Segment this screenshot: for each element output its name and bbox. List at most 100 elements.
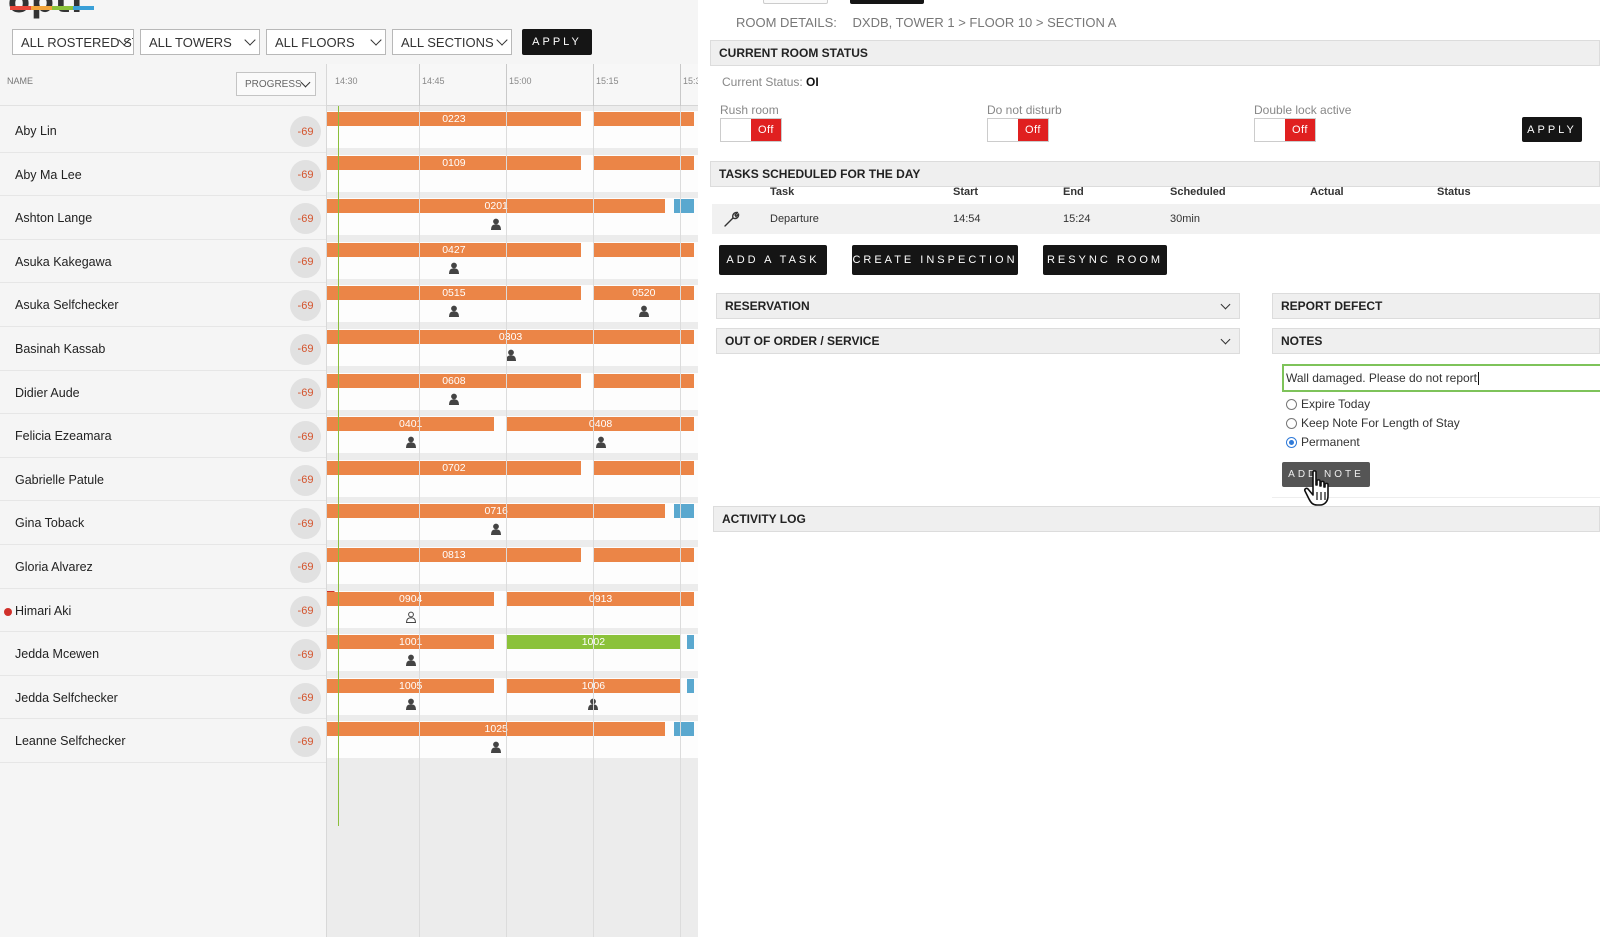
room-task-block[interactable]: 0913 xyxy=(507,591,695,606)
room-task-block[interactable] xyxy=(687,635,695,650)
timeline-row: 0427 xyxy=(327,240,698,284)
progress-badge: -69 xyxy=(290,726,321,758)
column-header-actual: Actual xyxy=(1310,186,1344,198)
time-tick-label: 15:15 xyxy=(596,76,619,86)
create-inspection-button[interactable]: CREATE INSPECTION xyxy=(852,245,1018,275)
double-lock-toggle[interactable]: Off xyxy=(1254,118,1316,142)
logo-bar-segment xyxy=(10,6,31,10)
room-task-block[interactable]: 0608 xyxy=(327,373,581,388)
section-filter-select[interactable]: ALL SECTIONS xyxy=(392,29,512,55)
room-number: 0608 xyxy=(442,374,466,387)
rush-room-toggle[interactable]: Off xyxy=(720,118,782,142)
timeline-row: 0608 xyxy=(327,371,698,415)
room-task-block[interactable]: 1005 xyxy=(327,678,495,693)
resync-room-button[interactable]: RESYNC ROOM xyxy=(1043,245,1167,275)
status-apply-button[interactable]: APPLY xyxy=(1522,117,1582,142)
double-lock-label: Double lock active xyxy=(1254,103,1352,117)
room-task-block[interactable]: 0702 xyxy=(327,460,581,475)
note-option-length-of-stay[interactable]: Keep Note For Length of Stay xyxy=(1286,415,1460,431)
person-icon xyxy=(491,523,502,536)
top-outline-button[interactable] xyxy=(763,0,828,4)
room-task-block[interactable] xyxy=(687,678,695,693)
add-task-button[interactable]: ADD A TASK xyxy=(719,245,827,275)
note-option-expire-today[interactable]: Expire Today xyxy=(1286,396,1370,412)
staff-filter-select[interactable]: ALL ROSTERED STAFF xyxy=(12,29,134,55)
column-header-end: End xyxy=(1063,186,1084,198)
list-item[interactable]: Gina Toback -69 xyxy=(0,501,326,545)
room-task-block[interactable] xyxy=(674,504,695,519)
schedule-timeline: 14:30 14:45 15:00 15:15 15:30 0223 0109 0201 04… xyxy=(327,64,698,937)
list-item[interactable]: Basinah Kassab -69 xyxy=(0,327,326,371)
top-dark-button[interactable] xyxy=(850,0,924,4)
room-number: 0109 xyxy=(442,156,466,169)
activity-log-header[interactable]: ACTIVITY LOG xyxy=(713,506,1600,532)
list-item[interactable]: Leanne Selfchecker -69 xyxy=(0,719,326,763)
room-task-block[interactable]: 0401 xyxy=(327,417,495,432)
tower-filter-select[interactable]: ALL TOWERS xyxy=(140,29,260,55)
list-item[interactable]: Himari Aki -69 xyxy=(0,589,326,633)
staff-name: Gabrielle Patule xyxy=(15,472,104,487)
time-tick-line xyxy=(419,64,420,106)
list-item[interactable]: Aby Lin -69 xyxy=(0,109,326,153)
section-filter-value: ALL SECTIONS xyxy=(401,34,494,50)
note-option-permanent[interactable]: Permanent xyxy=(1286,434,1360,450)
timeline-row: 0813 xyxy=(327,545,698,589)
floor-filter-select[interactable]: ALL FLOORS xyxy=(266,29,386,55)
timeline-row: 0109 xyxy=(327,153,698,197)
progress-sort-select[interactable]: PROGRESS xyxy=(236,72,316,96)
table-row[interactable]: Departure 14:54 15:24 30min xyxy=(712,204,1600,234)
radio-button[interactable] xyxy=(1286,398,1297,410)
radio-button-selected[interactable] xyxy=(1286,436,1297,448)
logo-bar-segment xyxy=(52,6,73,10)
reservation-panel-header[interactable]: RESERVATION xyxy=(716,293,1240,319)
do-not-disturb-toggle[interactable]: Off xyxy=(987,118,1049,142)
room-task-block[interactable]: 0303 xyxy=(327,330,695,344)
list-item[interactable]: Asuka Selfchecker -69 xyxy=(0,283,326,327)
radio-label: Permanent xyxy=(1301,435,1360,449)
room-task-block[interactable] xyxy=(674,199,695,214)
report-defect-panel-header[interactable]: REPORT DEFECT xyxy=(1272,293,1600,319)
note-text-input[interactable]: Wall damaged. Please do not report xyxy=(1282,364,1600,392)
room-number: 0515 xyxy=(442,287,466,300)
room-task-block[interactable]: 0716 xyxy=(327,504,666,519)
room-task-block[interactable]: 0109 xyxy=(327,155,581,170)
room-task-block[interactable]: 0813 xyxy=(327,548,581,562)
logo-color-bar xyxy=(10,6,94,10)
list-item[interactable]: Jedda Mcewen -69 xyxy=(0,632,326,676)
room-number: 0702 xyxy=(442,461,466,474)
filter-apply-button[interactable]: APPLY xyxy=(522,29,592,55)
room-task-block[interactable]: 0515 xyxy=(327,286,581,301)
list-item[interactable]: Felicia Ezeamara -69 xyxy=(0,414,326,458)
radio-button[interactable] xyxy=(1286,417,1297,429)
timeline-row: 0702 xyxy=(327,458,698,502)
room-task-block[interactable]: 0223 xyxy=(327,112,581,126)
task-end: 15:24 xyxy=(1063,213,1091,225)
room-task-block[interactable]: 0904 xyxy=(327,591,495,606)
timeline-row: 0201 xyxy=(327,196,698,240)
timeline-row: 0401 0408 xyxy=(327,414,698,458)
room-task-block[interactable]: 0408 xyxy=(507,417,695,432)
notes-panel-header[interactable]: NOTES xyxy=(1272,328,1600,354)
current-status: Current Status: OI xyxy=(722,75,819,89)
staff-name: Jedda Mcewen xyxy=(15,647,100,662)
list-item[interactable]: Ashton Lange -69 xyxy=(0,196,326,240)
room-task-block[interactable]: 1001 xyxy=(327,635,495,650)
list-item[interactable]: Asuka Kakegawa -69 xyxy=(0,240,326,284)
radio-label: Expire Today xyxy=(1301,397,1371,411)
person-icon xyxy=(448,262,459,274)
timeline-row: 0223 xyxy=(327,109,698,153)
list-item[interactable]: Aby Ma Lee -69 xyxy=(0,153,326,197)
out-of-order-panel-header[interactable]: OUT OF ORDER / SERVICE xyxy=(716,328,1240,354)
list-item[interactable]: Gabrielle Patule -69 xyxy=(0,458,326,502)
progress-badge: -69 xyxy=(290,421,321,453)
room-task-block[interactable]: 0201 xyxy=(327,199,666,214)
tower-filter-value: ALL TOWERS xyxy=(149,34,232,50)
staff-name: Didier Aude xyxy=(15,385,80,400)
list-item[interactable]: Gloria Alvarez -69 xyxy=(0,545,326,589)
current-status-label: Current Status: xyxy=(722,75,803,89)
list-item[interactable]: Jedda Selfchecker -69 xyxy=(0,676,326,720)
room-task-block[interactable] xyxy=(674,722,695,737)
list-item[interactable]: Didier Aude -69 xyxy=(0,371,326,415)
room-task-block[interactable]: 0427 xyxy=(327,242,581,257)
room-task-block[interactable]: 1025 xyxy=(327,722,666,737)
